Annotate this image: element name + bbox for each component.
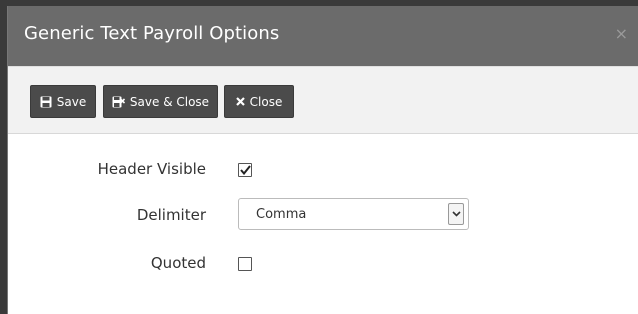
close-button[interactable]: Close	[224, 85, 294, 118]
x-icon	[235, 97, 245, 106]
floppy-disk-icon	[40, 96, 52, 108]
dialog-title-bar: Generic Text Payroll Options ×	[8, 6, 638, 66]
options-dialog: Generic Text Payroll Options × Save Save…	[7, 6, 638, 314]
delimiter-label: Delimiter	[136, 206, 206, 224]
dialog-title: Generic Text Payroll Options	[24, 23, 280, 44]
checkmark-icon	[239, 165, 251, 175]
header-visible-label: Header Visible	[97, 160, 206, 178]
quoted-label: Quoted	[150, 254, 206, 272]
close-button-label: Close	[249, 94, 283, 109]
toolbar: Save Save & Close Close	[8, 66, 638, 134]
save-close-button[interactable]: Save & Close	[103, 85, 218, 118]
floppy-disk-remove-icon	[112, 96, 125, 108]
dialog-close-icon[interactable]: ×	[615, 24, 628, 43]
save-button[interactable]: Save	[30, 85, 96, 118]
quoted-checkbox[interactable]	[238, 257, 252, 271]
delimiter-selected-value: Comma	[256, 207, 307, 222]
chevron-down-icon[interactable]	[448, 203, 464, 225]
save-button-label: Save	[56, 94, 87, 109]
save-close-button-label: Save & Close	[129, 94, 210, 109]
header-visible-checkbox[interactable]	[238, 163, 252, 177]
delimiter-select[interactable]: Comma	[238, 198, 469, 230]
options-form: Header Visible Delimiter Comma Quoted	[8, 134, 638, 314]
